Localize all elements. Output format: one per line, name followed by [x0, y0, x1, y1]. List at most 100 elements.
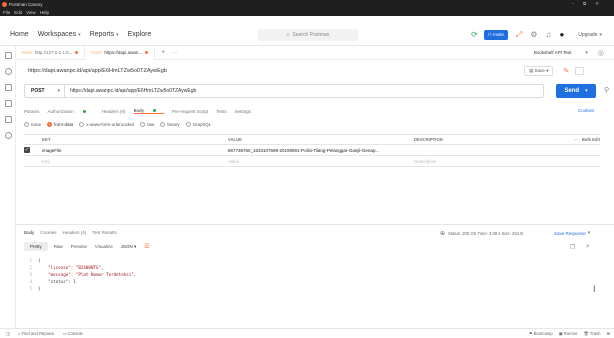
format-select[interactable]: JSON ▾: [121, 244, 137, 250]
tab-headers[interactable]: Headers (9): [102, 109, 126, 114]
environment-select[interactable]: Bookshelf API Test: [534, 50, 571, 55]
body-type-graphql[interactable]: GraphQL: [185, 122, 211, 128]
tab-tests[interactable]: Tests: [216, 109, 227, 114]
save-response-button[interactable]: Save Response ▾: [554, 230, 590, 236]
body-type-urlencoded[interactable]: x-www-form-urlencoded: [79, 122, 135, 128]
find-replace-button[interactable]: ⌕ Find and Replace: [18, 331, 54, 336]
bootcamp-icon: ⚑: [528, 331, 533, 336]
menu-file[interactable]: File: [3, 10, 10, 15]
description-placeholder[interactable]: Description: [414, 159, 554, 164]
help-icon[interactable]: ⊞: [606, 331, 610, 336]
code-line: 4 "status": 1: [24, 278, 600, 285]
nav-home[interactable]: Home: [10, 31, 29, 38]
mock-servers-icon[interactable]: [5, 100, 12, 107]
row-checkbox[interactable]: ✓: [24, 147, 30, 153]
view-preview[interactable]: Preview: [71, 244, 87, 249]
save-button[interactable]: ▤ Save ▾: [524, 66, 554, 76]
nav-workspaces[interactable]: Workspaces ▾: [38, 31, 81, 38]
edit-icon[interactable]: ✎: [563, 67, 569, 75]
chevron-down-icon: ▾: [587, 230, 591, 236]
send-button[interactable]: Send ▾: [556, 84, 596, 98]
response-tab-body[interactable]: Body: [24, 230, 34, 235]
request-tab[interactable]: POST http://127.0.0.1:8...: [16, 45, 86, 60]
bulk-edit-link[interactable]: ··· Bulk Edit: [554, 137, 600, 142]
close-icon[interactable]: ✕: [595, 1, 608, 6]
body-type-none[interactable]: none: [24, 122, 41, 128]
docs-icon[interactable]: [575, 67, 585, 75]
response-tab-cookies[interactable]: Cookies: [40, 230, 56, 235]
monitors-icon[interactable]: [5, 116, 12, 123]
new-tab-icon[interactable]: +: [161, 49, 165, 56]
request-tabs-bar: POST http://127.0.0.1:8... POST https://…: [16, 45, 614, 60]
notifications-icon[interactable]: ♫: [545, 30, 551, 39]
row-value[interactable]: 867736760_1633107698-20190801-Polisi-Til…: [228, 148, 414, 153]
radio-icon: [79, 122, 85, 128]
history-icon[interactable]: [5, 132, 12, 139]
find-replace-label: Find and Replace: [21, 331, 55, 336]
capture-icon[interactable]: ⤢: [516, 30, 522, 40]
runner-button[interactable]: ▣ Runner: [559, 331, 578, 336]
copy-icon[interactable]: ❐: [570, 244, 575, 251]
minimize-icon[interactable]: −: [571, 1, 583, 6]
table-header: KEY VALUE DESCRIPTION ··· Bulk Edit: [24, 134, 600, 145]
view-pretty[interactable]: Pretty: [24, 242, 48, 251]
body-type-binary[interactable]: binary: [160, 122, 180, 128]
tab-label: https://dapi.awan...: [104, 50, 143, 55]
tab-params[interactable]: Params: [24, 109, 40, 114]
search-input[interactable]: ⌕ Search Postman: [258, 29, 358, 41]
url-input[interactable]: https://dapi.awanpc.id/api/app/E6HmLTZw5…: [65, 88, 196, 94]
bootcamp-button[interactable]: ⚑ Bootcamp: [529, 331, 553, 336]
chevron-down-icon: ▾: [57, 88, 60, 94]
menu-help[interactable]: Help: [40, 10, 49, 15]
maximize-icon[interactable]: ⧉: [583, 1, 595, 6]
nav-explore[interactable]: Explore: [128, 31, 152, 38]
column-description: DESCRIPTION: [414, 137, 443, 142]
key-placeholder[interactable]: Key: [36, 159, 228, 164]
nav-workspaces-label: Workspaces: [37, 31, 77, 38]
console-button[interactable]: ▭ Console: [62, 331, 83, 336]
sync-icon[interactable]: ⟳: [471, 30, 478, 39]
response-body-code[interactable]: 1{ 2 "license": "B2400NTG", 3 "message":…: [24, 257, 600, 297]
view-raw[interactable]: Raw: [54, 244, 63, 249]
trash-button[interactable]: 🗑 Trash: [584, 331, 601, 337]
menu-bar: File Edit View Help: [0, 8, 614, 16]
tab-authorization[interactable]: Authorization: [48, 109, 94, 114]
code-snippet-icon[interactable]: ⚲: [604, 86, 609, 94]
tab-settings[interactable]: Settings: [235, 109, 251, 114]
window-controls[interactable]: −⧉✕: [571, 1, 608, 7]
menu-edit[interactable]: Edit: [14, 10, 22, 15]
body-type-label: x-www-form-urlencoded: [86, 122, 135, 127]
search-icon[interactable]: ⌕: [586, 243, 590, 251]
avatar[interactable]: ●: [559, 30, 564, 39]
body-type-label: binary: [167, 122, 180, 127]
view-visualize[interactable]: Visualize: [95, 244, 113, 249]
environments-icon[interactable]: [5, 84, 12, 91]
upgrade-label: Upgrade: [578, 31, 598, 38]
more-tabs-icon[interactable]: ···: [171, 50, 177, 56]
value-placeholder[interactable]: Value: [228, 159, 414, 164]
response-tab-headers[interactable]: Headers (4): [63, 230, 87, 235]
apis-icon[interactable]: [5, 68, 12, 75]
row-key[interactable]: imageFile: [36, 148, 228, 153]
collections-icon[interactable]: [5, 52, 12, 59]
send-label: Send: [564, 88, 580, 94]
nav-reports[interactable]: Reports ▾: [90, 31, 119, 38]
request-tab-active[interactable]: POST https://dapi.awan...: [85, 45, 156, 60]
cookies-link[interactable]: Cookies: [578, 108, 594, 113]
environment-quick-look-icon[interactable]: ◎: [598, 49, 604, 57]
response-tab-test-results[interactable]: Test Results: [92, 230, 117, 235]
body-type-form-data[interactable]: form-data: [47, 122, 73, 128]
invite-button[interactable]: ⚇ Invite: [483, 29, 508, 40]
response-divider[interactable]: [16, 224, 614, 225]
body-type-raw[interactable]: raw: [140, 122, 154, 128]
wrap-lines-icon[interactable]: ☰: [144, 243, 149, 250]
tab-pre-request-script[interactable]: Pre-request Script: [172, 109, 208, 114]
menu-view[interactable]: View: [26, 10, 36, 15]
settings-icon[interactable]: ⚙: [530, 30, 537, 39]
upgrade-button[interactable]: Upgrade ▾: [578, 32, 602, 38]
line-number: 1: [29, 258, 32, 263]
tab-body[interactable]: Body: [133, 108, 164, 114]
active-dot-icon: [152, 109, 156, 113]
toggle-sidebar-icon[interactable]: ◫: [6, 331, 10, 336]
method-select[interactable]: POST ▾: [25, 84, 65, 98]
